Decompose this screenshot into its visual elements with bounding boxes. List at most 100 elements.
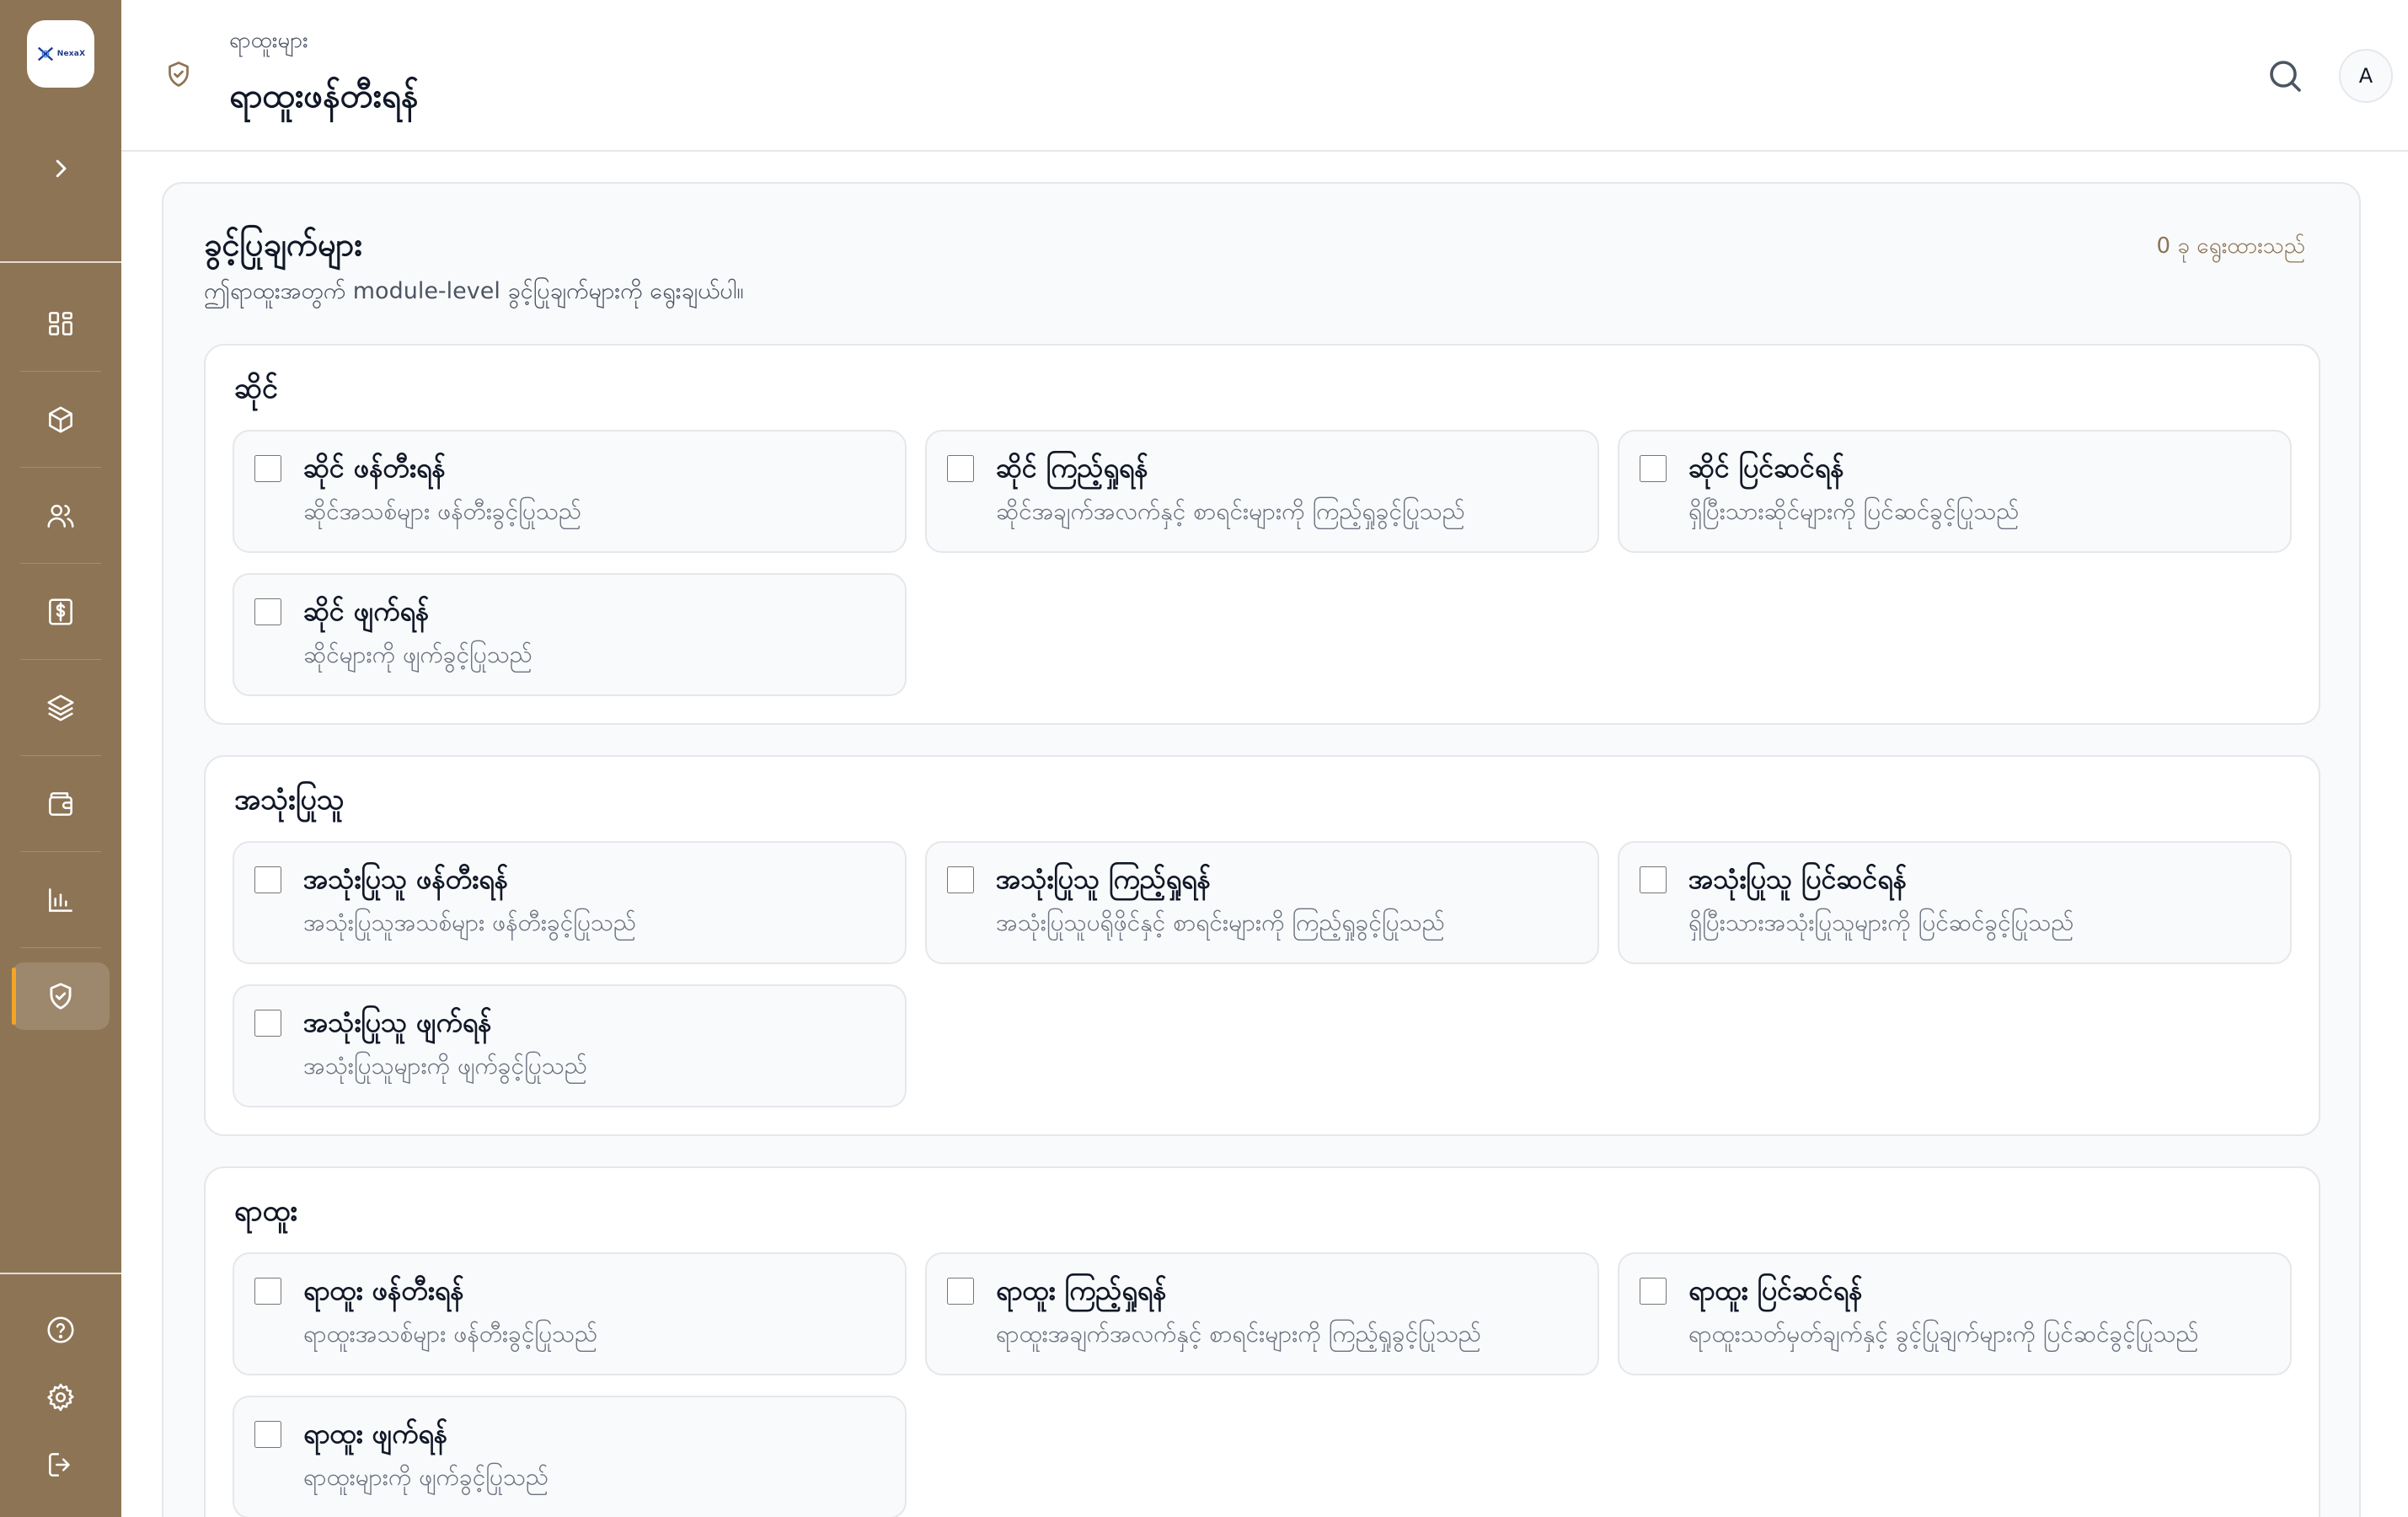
box-icon [49,406,72,433]
help-icon [47,1316,74,1343]
permission-item[interactable]: အသုံးပြုသူ ဖျက်ရန် အသုံးပြုသူများကို ဖျက… [233,984,907,1107]
permission-checkbox[interactable] [254,866,281,893]
sidebar-separator [20,851,101,852]
sidebar-divider [0,1273,121,1274]
permission-description: အသုံးပြုသူပရိုဖိုင်နှင့် စာရင်းများကို က… [996,909,1445,936]
sidebar-item-dashboard[interactable] [12,290,110,357]
sidebar-item-reports[interactable] [12,866,110,934]
top-header: ရာထူးများ ရာထူးဖန်တီးရန် A [121,0,2408,152]
permission-checkbox[interactable] [254,1278,281,1305]
permission-description: ဆိုင်အသစ်များ ဖန်တီးခွင့်ပြုသည် [303,497,582,525]
permission-section-shop: ဆိုင် ဆိုင် ဖန်တီးရန် ဆိုင်အသစ်များ ဖန်တ… [204,344,2320,725]
permission-item[interactable]: အသုံးပြုသူ ကြည့်ရှုရန် အသုံးပြုသူပရိုဖို… [925,841,1599,964]
sidebar-separator [20,755,101,756]
app: NexaX ရာထူးများ ရာထူးဖန်တီးရန် A ခွင့်ပြ… [0,0,2408,1517]
permission-section-user: အသုံးပြုသူ အသုံးပြုသူ ဖန်တီးရန် အသုံးပြု… [204,755,2320,1136]
sidebar-item-roles[interactable] [12,962,110,1030]
avatar[interactable]: A [2339,49,2393,103]
shield-check-icon [50,983,72,1010]
permission-title: ဆိုင် ကြည့်ရှုရန် [996,452,1148,484]
permission-checkbox[interactable] [947,866,974,893]
permissions-card: ခွင့်ပြုချက်များ ဤရာထူးအတွက် module-leve… [162,182,2361,1517]
logo[interactable]: NexaX [27,20,94,88]
sidebar: NexaX [0,0,121,1517]
section-title: အသုံးပြုသူ [234,783,345,817]
logo-mark-icon [37,46,53,62]
sidebar-divider [0,261,121,263]
permission-checkbox[interactable] [254,1010,281,1037]
chevron-right-icon [56,159,67,178]
section-title: ဆိုင် [234,372,278,405]
permission-item[interactable]: ဆိုင် ကြည့်ရှုရန် ဆိုင်အချက်အလက်နှင့် စာ… [925,430,1599,553]
sidebar-separator [20,659,101,660]
permission-item[interactable]: ဆိုင် ဖန်တီးရန် ဆိုင်အသစ်များ ဖန်တီးခွင့… [233,430,907,553]
sidebar-item-wallet[interactable] [12,770,110,838]
permission-title: ဆိုင် ဖန်တီးရန် [303,452,446,484]
permission-title: အသုံးပြုသူ ကြည့်ရှုရန် [996,863,1212,895]
permission-item[interactable]: ရာထူး ကြည့်ရှုရန် ရာထူးအချက်အလက်နှင့် စာ… [925,1252,1599,1375]
permission-description: ရာထူးအသစ်များ ဖန်တီးခွင့်ပြုသည် [303,1320,598,1348]
permission-item[interactable]: ဆိုင် ပြင်ဆင်ရန် ရှိပြီးသားဆိုင်များကို … [1618,430,2292,553]
permission-description: ရှိပြီးသားအသုံးပြုသူများကို ပြင်ဆင်ခွင့်… [1688,909,2074,936]
dollar-icon [49,598,72,625]
permission-description: ရာထူးသတ်မှတ်ချက်နှင့် ခွင့်ပြုချက်များကိ… [1688,1320,2199,1348]
permission-description: ဆိုင်များကို ဖျက်ခွင့်ပြုသည် [303,641,532,668]
shield-check-icon [169,62,189,87]
sidebar-item-finance[interactable] [12,578,110,646]
permissions-description: ဤရာထူးအတွက် module-level ခွင့်ပြုချက်မျာ… [204,278,744,304]
settings-button[interactable] [27,1370,94,1424]
permission-item[interactable]: အသုံးပြုသူ ဖန်တီးရန် အသုံးပြုသူအသစ်များ … [233,841,907,964]
permission-item[interactable]: ရာထူး ဖျက်ရန် ရာထူးများကို ဖျက်ခွင့်ပြုသ… [233,1396,907,1517]
permission-checkbox[interactable] [254,598,281,625]
permission-description: ရာထူးများကို ဖျက်ခွင့်ပြုသည် [303,1463,549,1491]
section-title: ရာထူး [234,1194,298,1228]
grid-icon [49,312,72,335]
logout-icon [49,1453,70,1477]
permission-description: အသုံးပြုသူများကို ဖျက်ခွင့်ပြုသည် [303,1052,587,1080]
permission-checkbox[interactable] [947,1278,974,1305]
permissions-title: ခွင့်ပြုချက်များ [204,226,363,263]
permission-title: အသုံးပြုသူ ပြင်ဆင်ရန် [1688,863,1908,895]
permission-checkbox[interactable] [1640,1278,1667,1305]
permission-item[interactable]: အသုံးပြုသူ ပြင်ဆင်ရန် ရှိပြီးသားအသုံးပြု… [1618,841,2292,964]
sidebar-separator [20,467,101,468]
permission-title: အသုံးပြုသူ ဖန်တီးရန် [303,863,509,895]
permission-item[interactable]: ရာထူး ပြင်ဆင်ရန် ရာထူးသတ်မှတ်ချက်နှင့် ခ… [1618,1252,2292,1375]
gear-icon [47,1383,74,1412]
sidebar-separator [20,371,101,372]
page-title: ရာထူးဖန်တီးရန် [229,77,419,115]
permission-checkbox[interactable] [254,455,281,482]
search-icon[interactable] [2265,56,2305,96]
permission-item[interactable]: ရာထူး ဖန်တီးရန် ရာထူးအသစ်များ ဖန်တီးခွင့… [233,1252,907,1375]
permission-title: ဆိုင် ပြင်ဆင်ရန် [1688,452,1844,484]
help-button[interactable] [27,1303,94,1357]
sidebar-item-users[interactable] [12,482,110,549]
bar-chart-icon [49,888,72,912]
sidebar-expand-button[interactable] [40,145,81,192]
wallet-icon [49,792,72,816]
layers-icon [47,694,74,721]
breadcrumb[interactable]: ရာထူးများ [229,25,308,58]
sidebar-separator [20,947,101,948]
permission-checkbox[interactable] [1640,866,1667,893]
permission-description: ရာထူးအချက်အလက်နှင့် စာရင်းများကို ကြည့်ရ… [996,1320,1481,1348]
permission-title: ရာထူး ဖန်တီးရန် [303,1274,464,1306]
users-icon [47,504,74,528]
permission-description: ရှိပြီးသားဆိုင်များကို ပြင်ဆင်ခွင့်ပြုသည… [1688,497,2020,525]
permission-checkbox[interactable] [947,455,974,482]
permission-title: ရာထူး ပြင်ဆင်ရန် [1688,1274,1863,1306]
permission-section-role: ရာထူး ရာထူး ဖန်တီးရန် ရာထူးအသစ်များ ဖန်တ… [204,1166,2320,1517]
sidebar-item-products[interactable] [12,386,110,453]
permission-title: အသုံးပြုသူ ဖျက်ရန် [303,1006,492,1038]
selected-count: 0 ခု ရွေးထားသည် [2156,233,2305,259]
sidebar-separator [20,563,101,564]
permission-description: ဆိုင်အချက်အလက်နှင့် စာရင်းများကို ကြည့်ရ… [996,497,1465,525]
sidebar-item-layers[interactable] [12,674,110,742]
permission-checkbox[interactable] [254,1421,281,1448]
permission-description: အသုံးပြုသူအသစ်များ ဖန်တီးခွင့်ပြုသည် [303,909,637,936]
permission-checkbox[interactable] [1640,455,1667,482]
permission-item[interactable]: ဆိုင် ဖျက်ရန် ဆိုင်များကို ဖျက်ခွင့်ပြုသ… [233,573,907,696]
permission-title: ဆိုင် ဖျက်ရန် [303,595,430,627]
permission-title: ရာထူး ကြည့်ရှုရန် [996,1274,1167,1306]
logout-button[interactable] [27,1438,94,1492]
